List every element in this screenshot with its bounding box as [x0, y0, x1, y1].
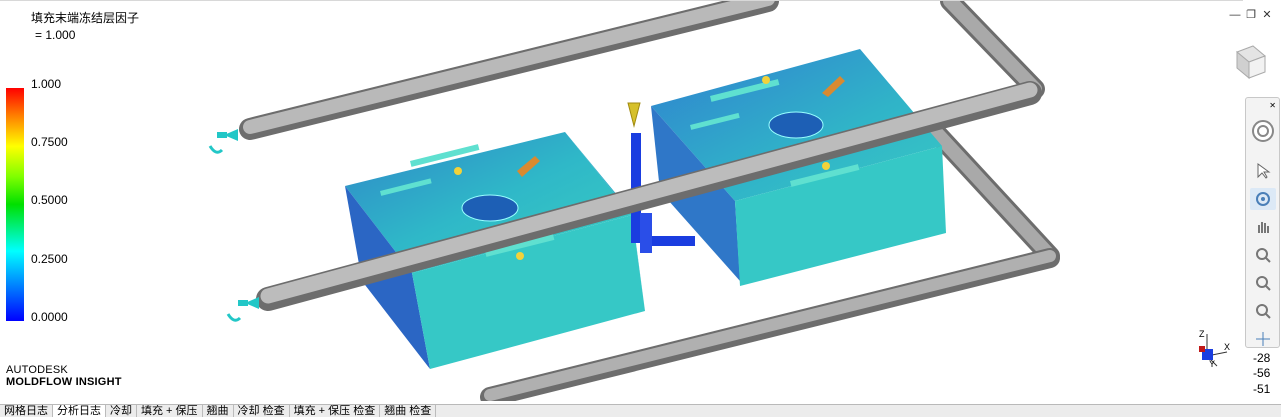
log-tab-bar: 网格日志 分析日志 冷却 填充 + 保压 翘曲 冷却 检查 填充 + 保压 检查… [0, 404, 1281, 417]
viewcube-icon[interactable] [1229, 42, 1269, 82]
tab-warp-check[interactable]: 翘曲 检查 [380, 405, 437, 417]
axis-x-label: X [1224, 342, 1230, 352]
tab-fill-pack-check[interactable]: 填充 + 保压 检查 [290, 405, 381, 417]
cavity-left [345, 132, 645, 369]
coolant-inlet-upper [208, 129, 238, 154]
legend-label-075: 0.7500 [31, 135, 68, 149]
result-value: = 1.000 [35, 28, 76, 42]
navigation-bar: ✕ [1245, 97, 1280, 348]
steering-wheel-icon[interactable] [1250, 118, 1276, 144]
coord-3: -51 [1253, 382, 1271, 396]
minimize-icon[interactable]: — [1229, 9, 1241, 21]
orbit-icon[interactable] [1250, 188, 1276, 210]
coord-1: -28 [1253, 351, 1271, 365]
cooling-pipe-back [920, 1, 1060, 266]
window-controls: — ❐ ✕ [1229, 9, 1273, 21]
close-nav-icon[interactable]: ✕ [1250, 100, 1276, 110]
restore-icon[interactable]: ❐ [1245, 9, 1257, 21]
result-title: 填充末端冻结层因子 [31, 11, 140, 25]
color-legend-bar [6, 88, 24, 321]
tab-analysis-log[interactable]: 分析日志 [53, 405, 106, 417]
zoom-icon[interactable] [1250, 244, 1276, 266]
tab-mesh-log[interactable]: 网格日志 [0, 405, 53, 417]
coord-2: -56 [1253, 366, 1271, 380]
brand-moldflow: MOLDFLOW INSIGHT [6, 376, 122, 388]
zoom-window-icon[interactable] [1250, 272, 1276, 294]
select-icon[interactable] [1250, 160, 1276, 182]
tab-cool-check[interactable]: 冷却 检查 [234, 405, 290, 417]
legend-label-min: 0.0000 [31, 310, 68, 324]
tab-warp[interactable]: 翘曲 [203, 405, 234, 417]
coolant-inlet-lower [226, 297, 259, 322]
axis-triad: Z X Y [1199, 329, 1230, 368]
pan-icon[interactable] [1250, 216, 1276, 238]
tab-cool[interactable]: 冷却 [106, 405, 137, 417]
zoom-extents-icon[interactable] [1250, 300, 1276, 322]
mold-model-scene[interactable] [0, 1, 1243, 401]
legend-label-050: 0.5000 [31, 193, 68, 207]
center-icon[interactable] [1250, 328, 1276, 350]
tab-fill-pack[interactable]: 填充 + 保压 [137, 405, 203, 417]
brand-autodesk: AUTODESK [6, 364, 68, 376]
close-icon[interactable]: ✕ [1261, 9, 1273, 21]
axis-z-label: Z [1199, 329, 1205, 339]
legend-label-max: 1.000 [31, 77, 62, 91]
legend-label-025: 0.2500 [31, 252, 68, 266]
model-viewport[interactable]: 填充末端冻结层因子 = 1.000 1.000 0.7500 0.5000 0.… [0, 0, 1243, 401]
axis-y-label: Y [1209, 359, 1215, 368]
